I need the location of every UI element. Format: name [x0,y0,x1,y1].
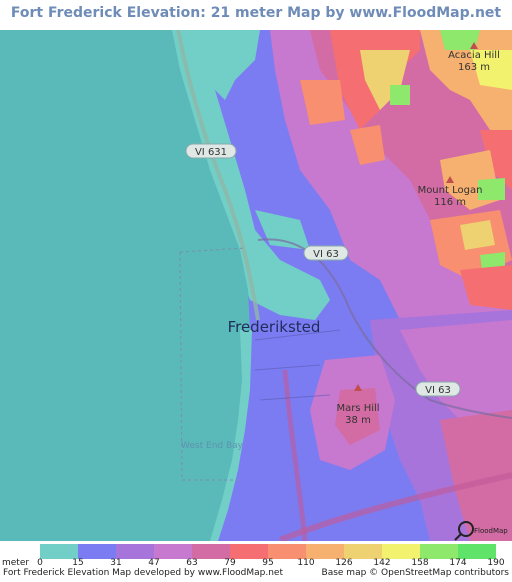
place-name: Mount Logan [418,185,483,196]
land-high-4 [390,85,410,105]
legend-color-cell [154,544,192,559]
legend-color-cell [382,544,420,559]
legend-color-cell [268,544,306,559]
road-shield-label: VI 63 [425,385,451,396]
place-elevation: 116 m [434,197,466,208]
road-shield-label: VI 631 [195,147,227,158]
legend-color-cell [458,544,496,559]
legend-color-cell [420,544,458,559]
road-shield-label: VI 63 [313,249,339,260]
place-elevation: 163 m [458,62,490,73]
place-elevation: 38 m [345,415,371,426]
legend-color-cell [78,544,116,559]
footer: Fort Frederick Elevation Map developed b… [0,566,512,582]
elevation-map[interactable]: VI 631 VI 63 VI 63 Acacia Hill 163 m Mou… [0,30,512,541]
logo-text: FloodMap [474,527,508,535]
place-name: Acacia Hill [448,50,500,61]
map-title: Fort Frederick Elevation: 21 meter Map b… [10,5,502,47]
footer-attribution: Base map © OpenStreetMap contributors [321,568,509,578]
road-shield-vi63-a: VI 63 [303,245,349,261]
legend-color-cell [344,544,382,559]
footer-credit: Fort Frederick Elevation Map developed b… [3,568,283,578]
land-high-13 [460,220,495,250]
legend-color-cell [40,544,78,559]
elevation-legend: 0 15 31 47 63 79 95 110 126 142 158 174 190 meter [0,541,512,568]
legend-color-cell [192,544,230,559]
legend-color-cell [230,544,268,559]
bay-name: West End Bay [181,441,244,451]
place-name: Mars Hill [336,403,379,414]
road-shield-vi63-b: VI 63 [415,381,461,397]
town-name: Frederiksted [228,318,321,336]
legend-color-cell [116,544,154,559]
legend-color-cell [306,544,344,559]
road-shield-vi631: VI 631 [185,143,237,159]
